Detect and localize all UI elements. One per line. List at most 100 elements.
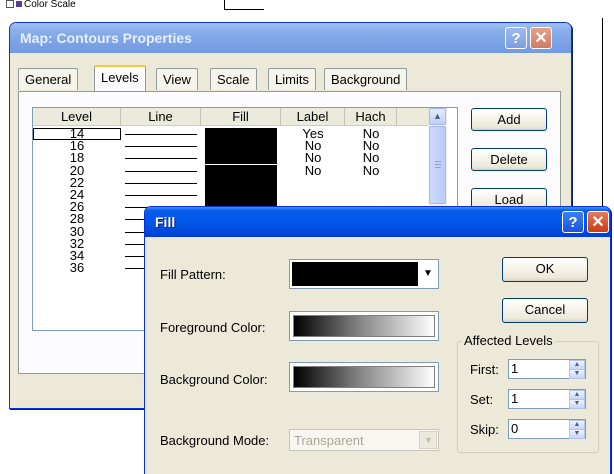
background-gradient-swatch bbox=[293, 366, 435, 388]
fill-swatch bbox=[205, 140, 277, 153]
line-style-swatch bbox=[125, 182, 197, 184]
column-header-label[interactable]: Label bbox=[281, 108, 345, 126]
line-style-swatch bbox=[125, 146, 197, 148]
background-mode-value: Transparent bbox=[294, 433, 364, 448]
chevron-down-icon: ▼ bbox=[573, 370, 581, 377]
delete-button[interactable]: Delete bbox=[471, 148, 547, 171]
chevron-down-icon: ▼ bbox=[573, 400, 581, 407]
levels-list-header: Level Line Fill Label Hach bbox=[33, 108, 433, 126]
cancel-button-label: Cancel bbox=[524, 302, 566, 317]
first-value: 1 bbox=[511, 361, 519, 376]
table-row[interactable]: 20 No No bbox=[33, 162, 429, 178]
hach-cell bbox=[345, 177, 397, 189]
chevron-up-icon: ▲ bbox=[573, 361, 581, 368]
label-cell: No bbox=[304, 162, 322, 178]
scroll-up-button[interactable]: ▲ bbox=[429, 108, 446, 125]
spin-down-button[interactable]: ▼ bbox=[569, 429, 585, 439]
hach-cell bbox=[345, 189, 397, 201]
background-mode-dropdown[interactable]: Transparent ▼ bbox=[289, 429, 439, 451]
close-button[interactable]: ✕ bbox=[530, 27, 552, 49]
dropdown-button[interactable]: ▼ bbox=[419, 431, 437, 449]
first-spinner[interactable]: ▲ ▼ bbox=[569, 360, 585, 379]
checkbox-icon[interactable] bbox=[6, 0, 14, 8]
chevron-down-icon: ▼ bbox=[424, 435, 433, 445]
ok-button-label: OK bbox=[535, 261, 555, 276]
set-spinner[interactable]: ▲ ▼ bbox=[569, 390, 585, 409]
line-style-swatch bbox=[125, 134, 197, 135]
skip-label: Skip: bbox=[470, 422, 499, 437]
close-button[interactable]: ✕ bbox=[587, 211, 609, 233]
tree-item-label: Color Scale bbox=[24, 0, 76, 10]
tab-background[interactable]: Background bbox=[324, 68, 408, 90]
fill-titlebar[interactable]: Fill ? ✕ bbox=[145, 207, 610, 237]
foreground-color-label: Foreground Color: bbox=[160, 320, 266, 335]
table-row[interactable]: 24 bbox=[33, 188, 429, 201]
line-style-swatch bbox=[125, 170, 197, 172]
color-scale-icon bbox=[16, 1, 22, 7]
chevron-down-icon: ▼ bbox=[573, 430, 581, 437]
contours-titlebar[interactable]: Map: Contours Properties ? ✕ bbox=[10, 23, 571, 53]
label-cell bbox=[281, 177, 345, 189]
affected-levels-title: Affected Levels bbox=[462, 333, 555, 348]
tab-levels[interactable]: Levels bbox=[94, 65, 146, 91]
tab-label: Levels bbox=[101, 70, 139, 85]
tab-scale[interactable]: Scale bbox=[210, 68, 257, 90]
affected-levels-group: Affected Levels First: 1 ▲ ▼ Set: 1 ▲ ▼ … bbox=[457, 333, 599, 453]
background-color-picker[interactable] bbox=[289, 362, 439, 392]
column-header-level[interactable]: Level bbox=[33, 108, 121, 126]
tab-label: View bbox=[163, 72, 191, 87]
grip-line bbox=[435, 167, 441, 168]
tab-label: Scale bbox=[217, 72, 250, 87]
fill-dialog-title: Fill bbox=[155, 214, 176, 230]
chevron-up-icon: ▲ bbox=[573, 421, 581, 428]
background-color-label: Background Color: bbox=[160, 372, 268, 387]
cancel-button[interactable]: Cancel bbox=[502, 298, 588, 323]
fill-pattern-dropdown[interactable]: ▼ bbox=[289, 259, 439, 289]
add-button[interactable]: Add bbox=[471, 108, 547, 131]
fill-pattern-swatch bbox=[292, 262, 418, 286]
foreground-gradient-swatch bbox=[293, 315, 435, 337]
fill-swatch bbox=[205, 176, 277, 189]
skip-value: 0 bbox=[511, 421, 519, 436]
first-label: First: bbox=[470, 362, 499, 377]
label-cell bbox=[281, 189, 345, 201]
chevron-up-icon: ▲ bbox=[573, 391, 581, 398]
foreground-color-picker[interactable] bbox=[289, 311, 439, 341]
background-mode-label: Background Mode: bbox=[160, 433, 270, 448]
tab-strip: General Levels View Scale Limits Backgro… bbox=[18, 65, 418, 92]
hach-cell: No bbox=[362, 162, 380, 178]
tab-view[interactable]: View bbox=[156, 68, 198, 90]
set-value: 1 bbox=[511, 391, 519, 406]
table-row[interactable]: 22 bbox=[33, 176, 429, 189]
ruler-mark bbox=[224, 0, 264, 10]
spin-down-button[interactable]: ▼ bbox=[569, 399, 585, 409]
delete-button-label: Delete bbox=[490, 152, 528, 167]
spin-down-button[interactable]: ▼ bbox=[569, 369, 585, 379]
tab-limits[interactable]: Limits bbox=[268, 68, 316, 90]
dialog-title: Map: Contours Properties bbox=[20, 30, 192, 46]
load-button-label: Load bbox=[494, 192, 524, 207]
fill-swatch bbox=[205, 189, 277, 201]
column-header-line[interactable]: Line bbox=[121, 108, 201, 126]
tab-general[interactable]: General bbox=[18, 68, 79, 90]
fill-pattern-label: Fill Pattern: bbox=[160, 267, 226, 282]
grip-line bbox=[435, 161, 441, 162]
close-icon: ✕ bbox=[534, 30, 548, 47]
fill-swatch bbox=[205, 164, 277, 177]
line-style-swatch bbox=[125, 158, 197, 160]
level-cell: 36 bbox=[69, 260, 85, 276]
help-icon: ? bbox=[568, 213, 578, 231]
scroll-thumb[interactable] bbox=[429, 126, 446, 204]
fill-swatch bbox=[205, 128, 277, 140]
chevron-down-icon: ▼ bbox=[423, 268, 433, 279]
help-button[interactable]: ? bbox=[562, 211, 584, 233]
skip-spinner[interactable]: ▲ ▼ bbox=[569, 420, 585, 439]
add-button-label: Add bbox=[497, 112, 521, 127]
column-header-hach[interactable]: Hach bbox=[345, 108, 397, 126]
tab-label: Background bbox=[331, 72, 401, 87]
ok-button[interactable]: OK bbox=[502, 257, 588, 282]
tree-item-color-scale[interactable]: Color Scale bbox=[6, 0, 76, 10]
help-button[interactable]: ? bbox=[505, 27, 527, 49]
grip-line bbox=[435, 164, 441, 165]
column-header-fill[interactable]: Fill bbox=[201, 108, 281, 126]
